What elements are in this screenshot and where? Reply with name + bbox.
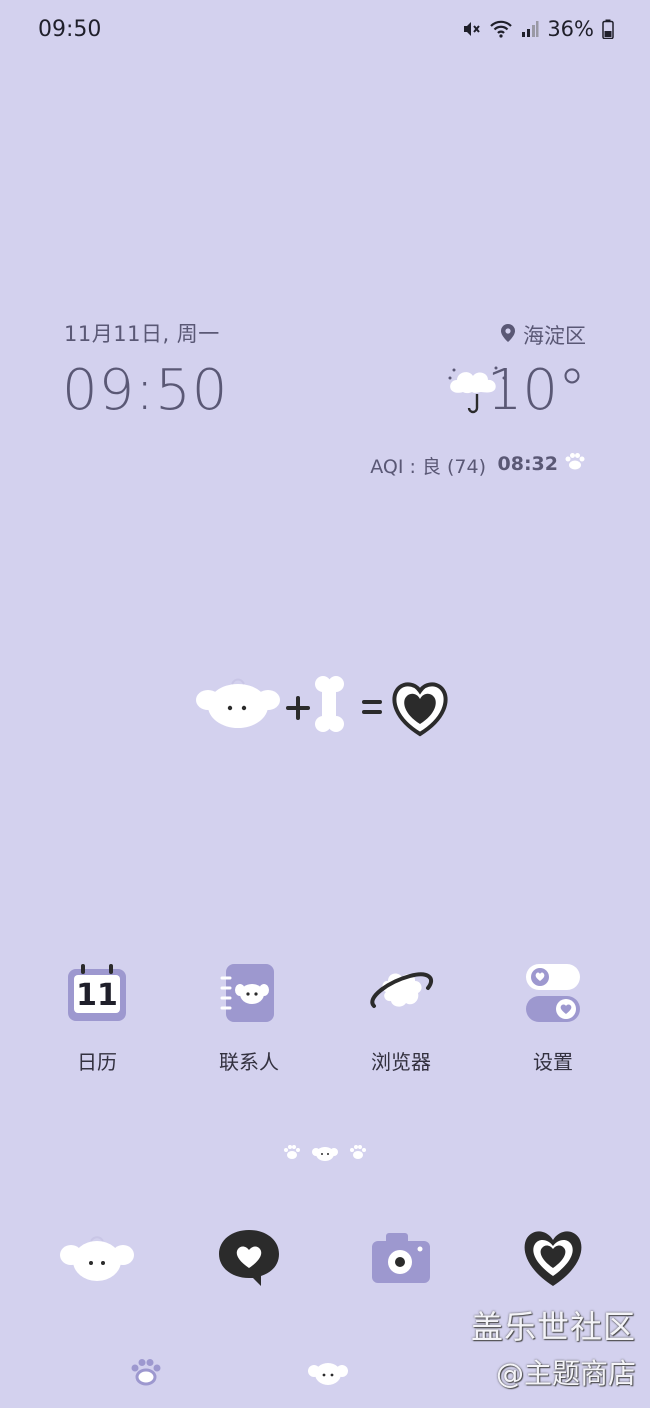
page-dot-puppy-active-icon [312, 1147, 338, 1161]
battery-icon [602, 19, 614, 39]
contacts-icon [214, 958, 284, 1028]
page-dot-paw-2-icon [350, 1145, 366, 1159]
widget-location: 海淀区 [501, 320, 586, 350]
app-label: 浏览器 [371, 1050, 431, 1074]
dock-heart-app[interactable] [508, 1220, 598, 1300]
browser-icon [366, 958, 436, 1028]
sunrise-time: 08:32 [497, 452, 558, 475]
message-heart-icon [217, 1228, 281, 1292]
dock [0, 1220, 650, 1300]
widget-temperature: 10° [486, 358, 586, 423]
location-pin-icon [501, 323, 515, 347]
status-time: 09:50 [38, 17, 102, 42]
bone-icon [315, 676, 344, 732]
app-label: 日历 [77, 1050, 117, 1074]
mute-icon [461, 19, 481, 39]
dock-puppy-app[interactable] [52, 1220, 142, 1300]
app-label: 设置 [533, 1050, 573, 1074]
camera-icon [370, 1231, 432, 1289]
nav-home-puppy-button[interactable] [308, 1360, 348, 1390]
app-browser[interactable]: 浏览器 [341, 950, 461, 1075]
signal-icon [521, 20, 539, 38]
heart-icon [521, 1228, 585, 1292]
paw-icon [564, 452, 586, 475]
app-contacts[interactable]: 联系人 [189, 950, 309, 1075]
widget-date: 11月11日, 周一 [64, 322, 220, 346]
nav-paw-button[interactable] [130, 1358, 162, 1390]
dock-camera-app[interactable] [356, 1220, 446, 1300]
dock-messages-app[interactable] [204, 1220, 294, 1300]
app-grid: 11 日历 联系人 浏览器 设置 [0, 950, 650, 1090]
widget-aqi: AQI : 良 (74) [370, 456, 486, 478]
calendar-icon: 11 [62, 958, 132, 1028]
puppy-face-icon [196, 678, 280, 728]
page-dot-paw-1-icon [284, 1145, 300, 1159]
widget-clock[interactable]: 09:50 [62, 358, 228, 423]
battery-percent: 36% [547, 17, 594, 41]
watermark-theme-store: @主题商店 [495, 1357, 636, 1390]
calendar-day: 11 [76, 977, 118, 1013]
location-name: 海淀区 [523, 324, 586, 348]
app-settings[interactable]: 设置 [493, 950, 613, 1075]
app-calendar[interactable]: 11 日历 [37, 950, 157, 1075]
app-label: 联系人 [219, 1050, 279, 1074]
page-indicator[interactable] [280, 1142, 370, 1162]
wifi-icon [489, 19, 513, 39]
settings-icon [518, 958, 588, 1028]
heart-outline-icon [392, 682, 448, 737]
widget-sunrise: 08:32 [498, 452, 586, 475]
status-icons: 36% [461, 17, 614, 41]
puppy-icon [59, 1233, 135, 1287]
status-bar: 09:50 36% [0, 0, 650, 60]
clock-weather-widget[interactable]: 11月11日, 周一 09:50 海淀区 10° AQI : 良 (74) 08… [62, 318, 590, 478]
watermark-community: 盖乐世社区 [470, 1308, 636, 1346]
puppy-bone-heart-sticker [196, 668, 456, 740]
